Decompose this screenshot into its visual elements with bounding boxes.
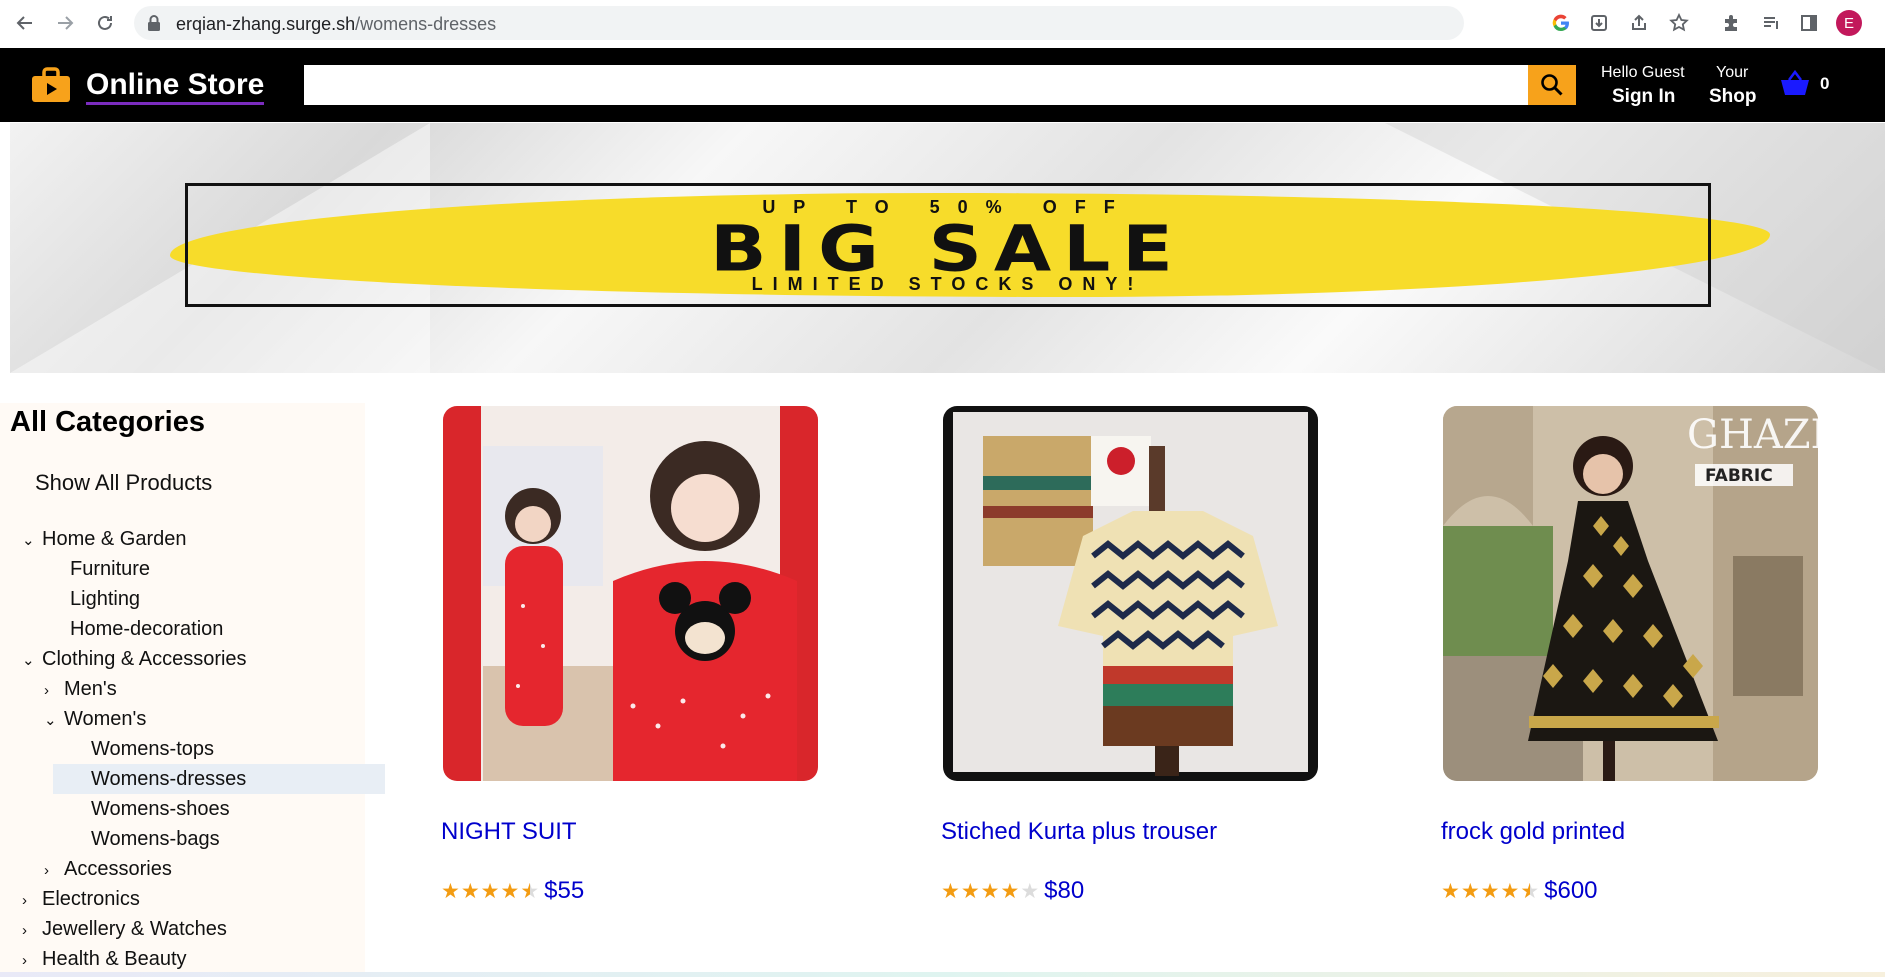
banner-headline: BIG SALE <box>710 212 1185 286</box>
chevron-right-icon: › <box>44 682 49 699</box>
category-lighting[interactable]: Lighting <box>70 584 140 614</box>
search-icon <box>1541 74 1563 96</box>
category-clothing-accessories[interactable]: ⌄ Clothing & Accessories <box>22 644 247 674</box>
chevron-right-icon: › <box>22 892 27 909</box>
site-logo-text[interactable]: Online Store <box>86 68 265 105</box>
shop-link[interactable]: Shop <box>1709 86 1757 108</box>
site-header: Online Store Hello Guest Sign In Your Sh… <box>0 48 1885 122</box>
category-womens-bags[interactable]: Womens-bags <box>91 824 220 854</box>
star-rating: ★★★★★ <box>1441 880 1541 903</box>
product-price: $80 <box>1044 877 1085 904</box>
category-label: Furniture <box>70 558 151 580</box>
category-label: Accessories <box>64 858 172 880</box>
profile-avatar[interactable]: E <box>1836 10 1862 36</box>
your-text: Your <box>1716 64 1749 81</box>
shopping-basket-icon[interactable] <box>1780 70 1810 98</box>
category-label: Lighting <box>70 588 141 610</box>
sale-banner[interactable]: UP TO 50% OFF BIG SALE LIMITED STOCKS ON… <box>10 123 1885 373</box>
category-womens[interactable]: ⌄ Women's <box>44 704 146 734</box>
side-panel-icon[interactable] <box>1794 8 1824 38</box>
svg-text:GHAZI: GHAZI <box>1687 412 1818 458</box>
product-rating-row: ★★★★★ $55 <box>441 877 584 905</box>
category-label: Womens-dresses <box>91 768 247 790</box>
product-image-kurta[interactable] <box>943 406 1318 781</box>
shopping-bag-icon <box>32 67 70 102</box>
product-image-frock[interactable]: GHAZI FABRIC <box>1443 406 1818 781</box>
category-home-garden[interactable]: ⌄ Home & Garden <box>22 524 187 554</box>
star-rating: ★★★★★ <box>441 880 541 903</box>
chevron-right-icon: › <box>22 922 27 939</box>
svg-text:FABRIC: FABRIC <box>1705 466 1773 486</box>
install-app-icon[interactable] <box>1584 8 1614 38</box>
reading-list-icon[interactable] <box>1756 8 1786 38</box>
category-label: Womens-tops <box>91 738 215 760</box>
category-womens-dresses[interactable]: Womens-dresses <box>53 764 385 794</box>
category-home-decoration[interactable]: Home-decoration <box>70 614 223 644</box>
cart-count: 0 <box>1820 74 1830 93</box>
category-health-beauty[interactable]: › Health & Beauty <box>22 944 187 974</box>
category-womens-tops[interactable]: Womens-tops <box>91 734 214 764</box>
search-button[interactable] <box>1528 65 1576 105</box>
url-text: erqian-zhang.surge.sh/womens-dresses <box>176 14 496 35</box>
banner-subtext: LIMITED STOCKS ONY! <box>751 274 1144 294</box>
category-furniture[interactable]: Furniture <box>70 554 150 584</box>
product-rating-row: ★★★★★ $80 <box>941 877 1084 905</box>
product-rating-row: ★★★★★ $600 <box>1441 877 1598 905</box>
category-jewellery-watches[interactable]: › Jewellery & Watches <box>22 914 227 944</box>
url-path: /womens-dresses <box>355 14 497 34</box>
chevron-down-icon: ⌄ <box>22 652 35 669</box>
page-bottom-edge <box>0 972 1885 977</box>
greeting-text: Hello Guest <box>1601 64 1685 81</box>
forward-arrow-icon[interactable] <box>50 8 80 38</box>
product-title[interactable]: Stiched Kurta plus trouser <box>941 818 1217 846</box>
reload-icon[interactable] <box>90 8 120 38</box>
product-price: $600 <box>1544 877 1598 904</box>
categories-heading: All Categories <box>10 406 205 438</box>
category-womens-shoes[interactable]: Womens-shoes <box>91 794 230 824</box>
chevron-down-icon: ⌄ <box>44 712 57 729</box>
extensions-puzzle-icon[interactable] <box>1716 8 1746 38</box>
chevron-right-icon: › <box>44 862 49 879</box>
product-price: $55 <box>544 877 585 904</box>
category-label: Womens-bags <box>91 828 220 850</box>
show-all-products-link[interactable]: Show All Products <box>35 470 212 496</box>
product-title[interactable]: frock gold printed <box>1441 818 1625 846</box>
category-accessories[interactable]: › Accessories <box>44 854 172 884</box>
category-label: Men's <box>64 678 117 700</box>
category-label: Electronics <box>42 888 140 910</box>
share-icon[interactable] <box>1624 8 1654 38</box>
lock-icon <box>148 15 160 31</box>
chevron-down-icon: ⌄ <box>22 532 35 549</box>
category-label: Women's <box>64 708 147 730</box>
sign-in-link[interactable]: Sign In <box>1612 86 1675 108</box>
product-image-night-suit[interactable] <box>443 406 818 781</box>
product-title[interactable]: NIGHT SUIT <box>441 818 577 846</box>
category-label: Health & Beauty <box>42 948 187 970</box>
category-label: Womens-shoes <box>91 798 230 820</box>
google-icon[interactable] <box>1546 8 1576 38</box>
category-label: Home-decoration <box>70 618 224 640</box>
address-bar[interactable]: erqian-zhang.surge.sh/womens-dresses <box>134 6 1464 40</box>
category-label: Clothing & Accessories <box>42 648 247 670</box>
url-host: erqian-zhang.surge.sh <box>176 14 356 34</box>
bookmark-star-icon[interactable] <box>1664 8 1694 38</box>
category-mens[interactable]: › Men's <box>44 674 117 704</box>
back-arrow-icon[interactable] <box>10 8 40 38</box>
category-label: Home & Garden <box>42 528 187 550</box>
search-input[interactable] <box>304 65 1528 105</box>
star-rating: ★★★★★ <box>941 880 1041 903</box>
category-label: Jewellery & Watches <box>42 918 227 940</box>
browser-toolbar: erqian-zhang.surge.sh/womens-dresses E <box>0 0 1885 49</box>
category-electronics[interactable]: › Electronics <box>22 884 140 914</box>
